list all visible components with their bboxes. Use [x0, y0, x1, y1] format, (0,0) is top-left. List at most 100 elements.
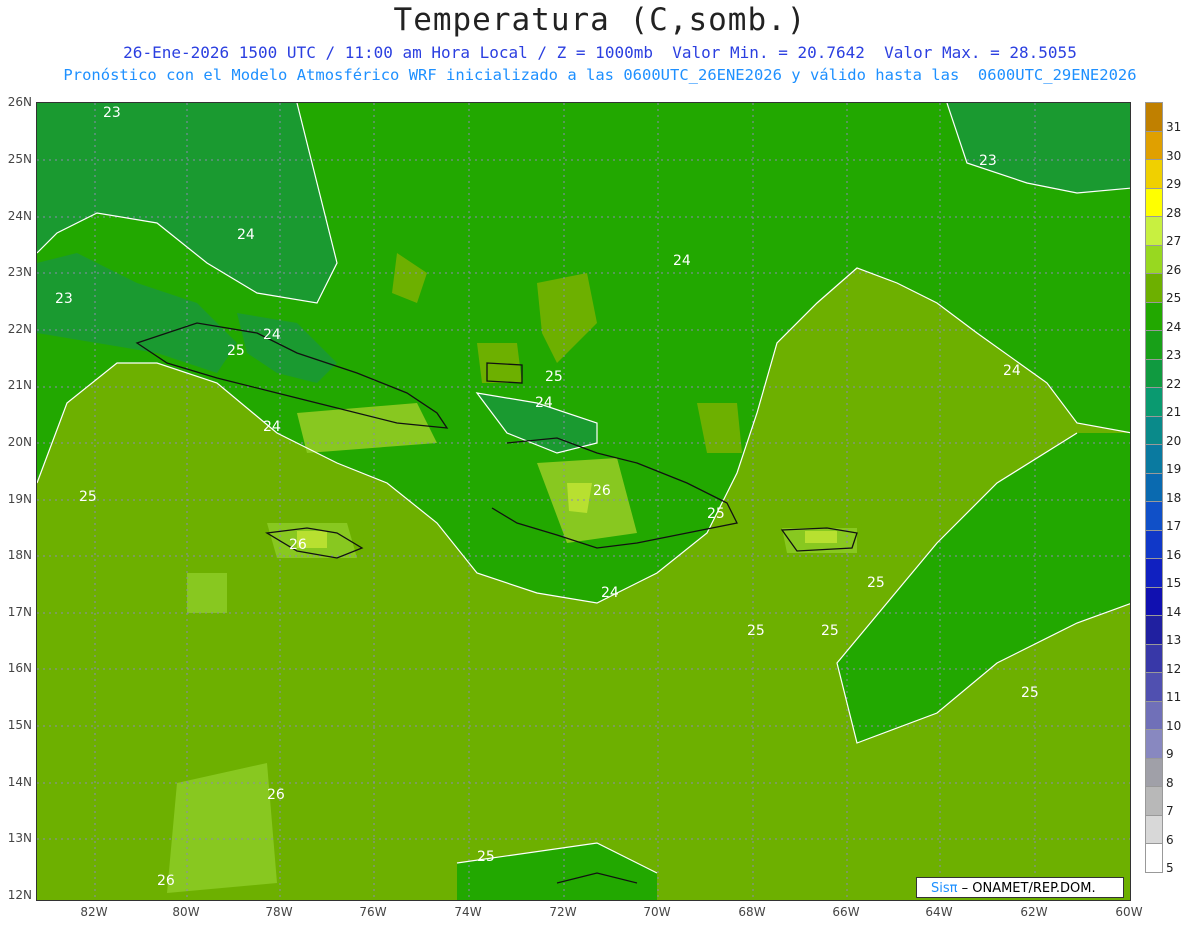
valid-time-line: 26-Ene-2026 1500 UTC / 11:00 am Hora Loc…: [123, 43, 1077, 62]
contour-label: 25: [867, 575, 885, 591]
contour-label: 26: [267, 787, 285, 803]
map-shading: [37, 103, 1130, 900]
contour-label: 25: [477, 849, 495, 865]
color-scale-swatch: [1145, 331, 1163, 360]
lon-label: 72W: [549, 905, 577, 919]
contour-label: 26: [593, 483, 611, 499]
lon-label: 64W: [925, 905, 953, 919]
lon-label: 80W: [172, 905, 200, 919]
color-scale-label: 22: [1166, 376, 1182, 391]
contour-label: 25: [707, 506, 725, 522]
color-scale-swatch: [1145, 416, 1163, 445]
color-scale-swatch: [1145, 302, 1163, 331]
credit-box: Sisπ – ONAMET/REP.DOM.: [916, 877, 1124, 898]
color-scale-label: 26: [1166, 262, 1182, 277]
color-scale-label: 20: [1166, 433, 1182, 448]
color-scale-label: 12: [1166, 661, 1182, 676]
color-scale-swatch: [1145, 188, 1163, 217]
lon-label: 66W: [832, 905, 860, 919]
lat-label: 14N: [7, 775, 32, 789]
color-scale-swatch: [1145, 274, 1163, 303]
color-scale-swatch: [1145, 103, 1163, 132]
lat-label: 20N: [7, 435, 32, 449]
color-scale-label: 6: [1166, 832, 1174, 847]
color-scale-label: 18: [1166, 490, 1182, 505]
contour-label: 25: [545, 369, 563, 385]
credit-org: – ONAMET/REP.DOM.: [961, 881, 1096, 896]
contour-label: 23: [979, 153, 997, 169]
color-scale-swatch: [1145, 131, 1163, 160]
color-scale-label: 23: [1166, 348, 1182, 362]
color-scale-label: 31: [1166, 120, 1182, 134]
lon-label: 68W: [738, 905, 766, 919]
color-scale-label: 11: [1166, 690, 1182, 704]
color-scale-swatch: [1145, 673, 1163, 702]
lon-label: 70W: [643, 905, 671, 919]
contour-label: 24: [263, 327, 281, 343]
color-scale-label: 24: [1166, 319, 1182, 334]
color-scale-swatch: [1145, 388, 1163, 417]
contour-label: 26: [157, 873, 175, 889]
color-scale-swatch: [1145, 160, 1163, 189]
color-scale-label: 9: [1166, 747, 1174, 761]
color-scale-swatch: [1145, 587, 1163, 616]
color-scale-swatch: [1145, 644, 1163, 673]
lat-label: 22N: [7, 322, 32, 336]
lat-label: 23N: [7, 265, 32, 279]
color-scale-swatch: [1145, 815, 1163, 844]
lon-label: 78W: [265, 905, 293, 919]
color-scale-swatch: [1145, 245, 1163, 274]
contour-label: 24: [601, 585, 619, 601]
color-scale-swatch: [1145, 559, 1163, 588]
lat-label: 15N: [7, 718, 32, 732]
temperature-map: 23 24 25 26 23 24 25 24 25 26 25 24 25 2…: [36, 102, 1131, 901]
lon-label: 60W: [1115, 905, 1143, 919]
lat-label: 16N: [7, 661, 32, 675]
contour-label: 24: [535, 395, 553, 411]
contour-label: 24: [237, 227, 255, 243]
color-scale-swatch: [1145, 530, 1163, 559]
lat-label: 24N: [7, 209, 32, 223]
map-title: Temperatura (C,somb.): [393, 2, 807, 38]
lon-label: 76W: [359, 905, 387, 919]
color-scale-label: 19: [1166, 462, 1182, 476]
contour-label: 26: [289, 537, 307, 553]
color-scale-label: 16: [1166, 547, 1182, 562]
brand-logo-text: Sisπ: [931, 881, 958, 896]
color-scale-label: 10: [1166, 718, 1182, 733]
lat-label: 17N: [7, 605, 32, 619]
color-scale-label: 5: [1166, 861, 1174, 875]
color-scale-swatch: [1145, 502, 1163, 531]
color-scale-swatch: [1145, 730, 1163, 759]
color-scale-label: 13: [1166, 633, 1182, 647]
contour-label: 25: [227, 343, 245, 359]
contour-label: 24: [263, 419, 281, 435]
color-scale-label: 25: [1166, 291, 1182, 305]
lon-label: 82W: [80, 905, 108, 919]
lat-label: 18N: [7, 548, 32, 562]
lat-label: 19N: [7, 492, 32, 506]
contour-label: 25: [821, 623, 839, 639]
color-scale-swatch: [1145, 217, 1163, 246]
color-scale-label: 28: [1166, 205, 1182, 220]
color-scale-swatch: [1145, 616, 1163, 645]
color-scale-label: 29: [1166, 177, 1182, 191]
lat-label: 21N: [7, 378, 32, 392]
contour-label: 25: [1021, 685, 1039, 701]
contour-label: 24: [1003, 363, 1021, 379]
lon-label: 62W: [1020, 905, 1048, 919]
model-info-line: Pronóstico con el Modelo Atmosférico WRF…: [63, 66, 1137, 84]
color-scale-swatch: [1145, 445, 1163, 474]
color-scale-swatch: [1145, 701, 1163, 730]
color-scale-swatch: [1145, 844, 1163, 873]
lat-label: 12N: [7, 888, 32, 902]
color-scale-label: 14: [1166, 604, 1182, 619]
color-scale-label: 21: [1166, 405, 1182, 419]
contour-label: 25: [79, 489, 97, 505]
contour-label: 23: [55, 291, 73, 307]
lat-label: 26N: [7, 95, 32, 109]
lat-label: 13N: [7, 831, 32, 845]
color-scale-swatch: [1145, 359, 1163, 388]
color-scale-label: 8: [1166, 775, 1174, 790]
color-scale-label: 7: [1166, 804, 1174, 818]
